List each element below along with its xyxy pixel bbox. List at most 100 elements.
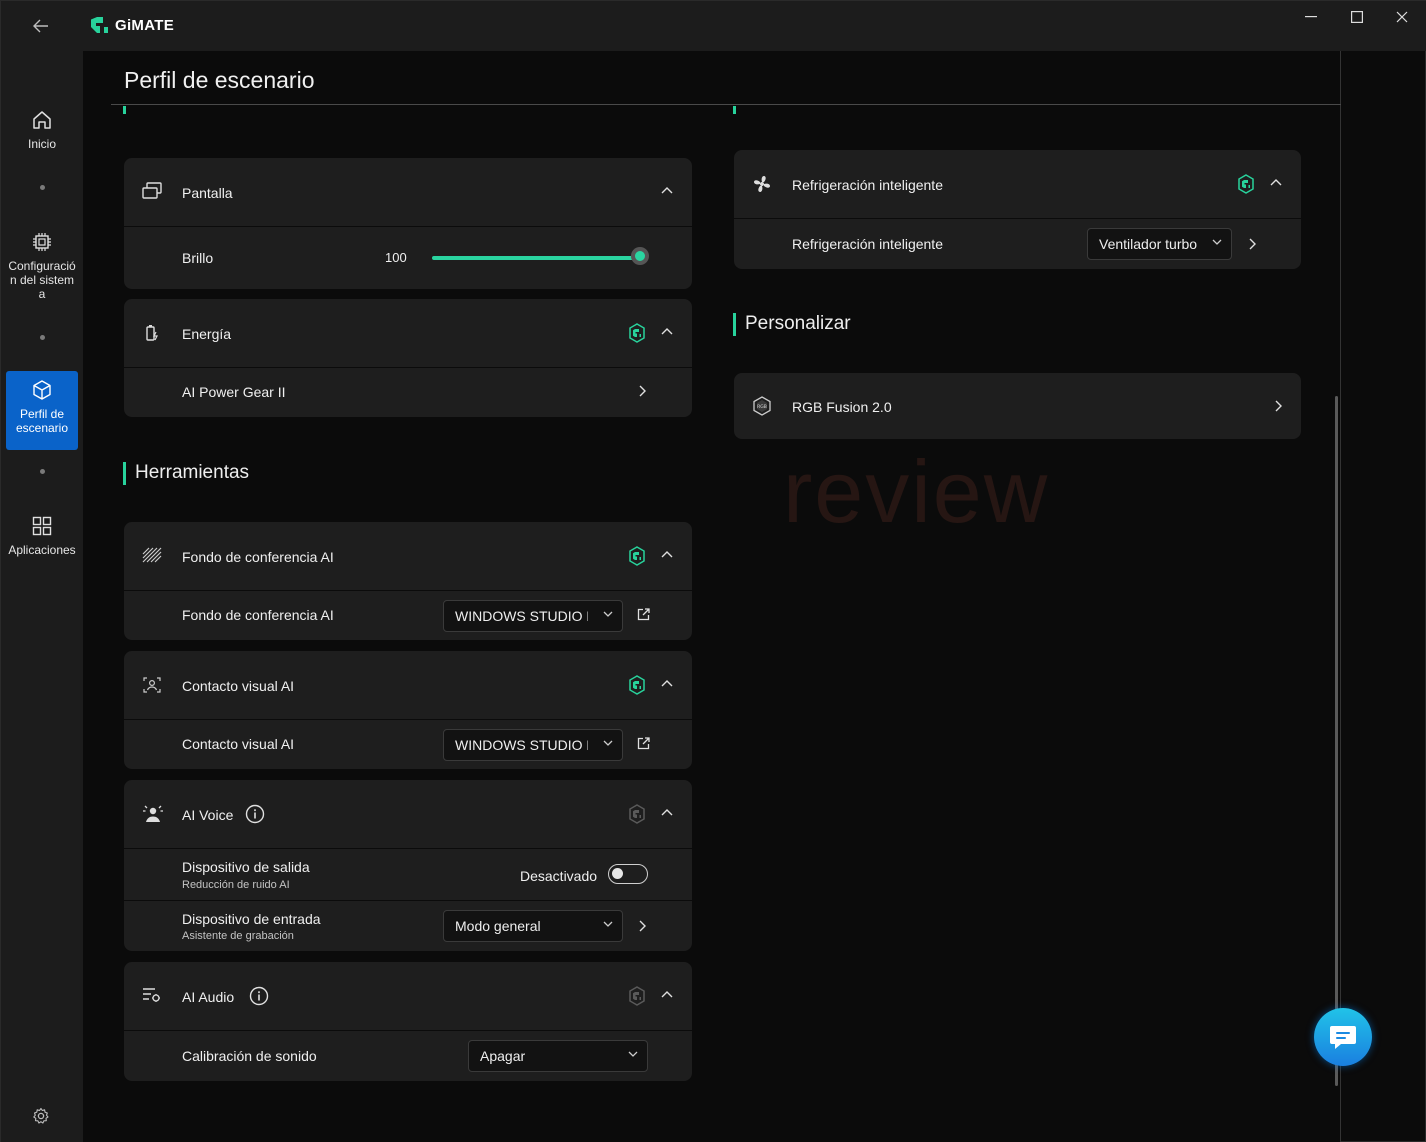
chevron-right-icon[interactable] [1249, 238, 1257, 250]
gigabyte-ai-badge-icon [1237, 174, 1255, 194]
eye-contact-icon [142, 676, 162, 694]
ai-audio-title: AI Audio [182, 989, 235, 1005]
gigabyte-ai-badge-icon [628, 675, 646, 695]
pantalla-header[interactable]: Pantalla [124, 158, 692, 226]
ai-voice-title: AI Voice [182, 807, 234, 823]
personalizar-heading: Personalizar [733, 313, 851, 336]
brillo-slider-knob[interactable] [631, 247, 649, 265]
contacto-dropdown-value: WINDOWS STUDIO EFFECTS [455, 737, 588, 753]
nav-aplicaciones[interactable]: Aplicaciones [6, 515, 78, 565]
maximize-icon [1351, 11, 1363, 23]
nav-separator-dot [40, 185, 45, 190]
chevron-right-icon[interactable] [639, 920, 647, 932]
audio-equalizer-icon [142, 986, 162, 1004]
watermark: review [783, 442, 1050, 541]
ventilador-dropdown-value: Ventilador turbo [1099, 236, 1197, 252]
chevron-up-icon[interactable] [1270, 178, 1282, 186]
fondo-dropdown-value: WINDOWS STUDIO EFFECTS [455, 608, 588, 624]
chip-icon [33, 233, 51, 251]
title-bar: GiMATE [1, 1, 1426, 51]
nav-inicio-label: Inicio [27, 137, 56, 151]
chevron-right-icon[interactable] [1275, 400, 1283, 412]
external-link-icon[interactable] [637, 737, 650, 750]
energia-card: Energía AI Power Gear II [124, 299, 692, 417]
chevron-up-icon[interactable] [661, 808, 673, 816]
fan-icon [752, 174, 772, 194]
brillo-label: Brillo [182, 250, 214, 266]
energia-header[interactable]: Energía [124, 299, 692, 367]
gigabyte-ai-badge-inactive-icon [628, 986, 646, 1006]
display-icon [142, 182, 162, 200]
app-name: GiMATE [115, 16, 175, 34]
background-blur-icon [142, 547, 162, 563]
chevron-right-icon[interactable] [639, 385, 647, 397]
calibracion-dropdown[interactable]: Apagar [468, 1040, 648, 1072]
section-accent [733, 106, 736, 114]
voice-person-icon [142, 803, 164, 823]
nav-configuracion[interactable]: Configuración del sistema [6, 231, 78, 311]
chevron-up-icon[interactable] [661, 679, 673, 687]
calibracion-label: Calibración de sonido [182, 1048, 317, 1064]
refrigeracion-card: Refrigeración inteligente Refrigeración … [734, 150, 1301, 269]
minimize-button[interactable] [1288, 1, 1334, 33]
svg-text:RGB: RGB [757, 404, 767, 410]
rgb-fusion-card[interactable]: RGB RGB Fusion 2.0 [734, 373, 1301, 439]
chevron-up-icon[interactable] [661, 186, 673, 194]
refrigeracion-header[interactable]: Refrigeración inteligente [734, 150, 1301, 218]
app-logo: GiMATE [89, 16, 174, 34]
back-button[interactable] [23, 14, 59, 38]
minimize-icon [1305, 16, 1317, 18]
energia-title: Energía [182, 326, 232, 342]
ai-audio-header[interactable]: AI Audio [124, 962, 692, 1030]
contacto-header[interactable]: Contacto visual AI [124, 651, 692, 719]
ai-voice-header[interactable]: AI Voice [124, 780, 692, 848]
brillo-slider-track[interactable] [432, 256, 640, 260]
contacto-title: Contacto visual AI [182, 678, 295, 694]
ventilador-dropdown[interactable]: Ventilador turbo [1087, 228, 1232, 260]
salida-label: Dispositivo de salida [182, 859, 310, 875]
nav-inicio[interactable]: Inicio [6, 109, 78, 159]
chevron-up-icon[interactable] [661, 990, 673, 998]
settings-button[interactable] [32, 1107, 50, 1130]
entrada-dropdown-value: Modo general [455, 918, 541, 934]
ai-power-gear-row[interactable]: AI Power Gear II [124, 368, 692, 417]
fondo-title: Fondo de conferencia AI [182, 549, 334, 565]
nav-configuracion-label: Configuración del sistema [8, 259, 76, 301]
external-link-icon[interactable] [637, 608, 650, 621]
salida-sublabel: Reducción de ruido AI [182, 879, 290, 891]
app-window: GiMATE Inicio Configuración del sistema [0, 0, 1426, 1142]
herramientas-heading: Herramientas [123, 462, 249, 485]
chat-bubble-icon [1330, 1026, 1356, 1049]
scrollbar[interactable] [1335, 396, 1338, 1086]
entrada-row: Dispositivo de entrada Asistente de grab… [124, 901, 692, 951]
brillo-row: Brillo 100 [124, 227, 692, 289]
arrow-left-icon [33, 19, 48, 33]
close-button[interactable] [1379, 1, 1425, 33]
salida-toggle[interactable] [608, 864, 648, 884]
info-icon[interactable] [249, 986, 269, 1006]
ai-power-gear-label: AI Power Gear II [182, 384, 286, 400]
nav-perfil-label: Perfil de escenario [15, 407, 69, 435]
ai-voice-card: AI Voice Dispositivo de salida Reducción… [124, 780, 692, 951]
info-icon[interactable] [245, 804, 265, 824]
rgb-fusion-icon: RGB [752, 396, 772, 416]
fondo-header[interactable]: Fondo de conferencia AI [124, 522, 692, 590]
contacto-row: Contacto visual AI WINDOWS STUDIO EFFECT… [124, 720, 692, 769]
battery-charge-icon [142, 323, 162, 343]
fondo-dropdown[interactable]: WINDOWS STUDIO EFFECTS [443, 600, 623, 632]
chevron-up-icon[interactable] [661, 550, 673, 558]
nav-aplicaciones-label: Aplicaciones [8, 543, 76, 557]
sidebar: Inicio Configuración del sistema Perfil … [1, 51, 83, 1142]
title-divider [111, 104, 1341, 105]
nav-perfil-escenario[interactable]: Perfil de escenario [6, 371, 78, 450]
fondo-row-label: Fondo de conferencia AI [182, 607, 334, 623]
chevron-up-icon[interactable] [661, 327, 673, 335]
chevron-down-icon [603, 921, 613, 927]
rgb-fusion-title: RGB Fusion 2.0 [792, 399, 892, 415]
close-icon [1396, 11, 1408, 23]
entrada-dropdown[interactable]: Modo general [443, 910, 623, 942]
contacto-dropdown[interactable]: WINDOWS STUDIO EFFECTS [443, 729, 623, 761]
gear-icon [33, 1107, 49, 1124]
maximize-button[interactable] [1334, 1, 1380, 33]
chat-support-button[interactable] [1314, 1008, 1372, 1066]
